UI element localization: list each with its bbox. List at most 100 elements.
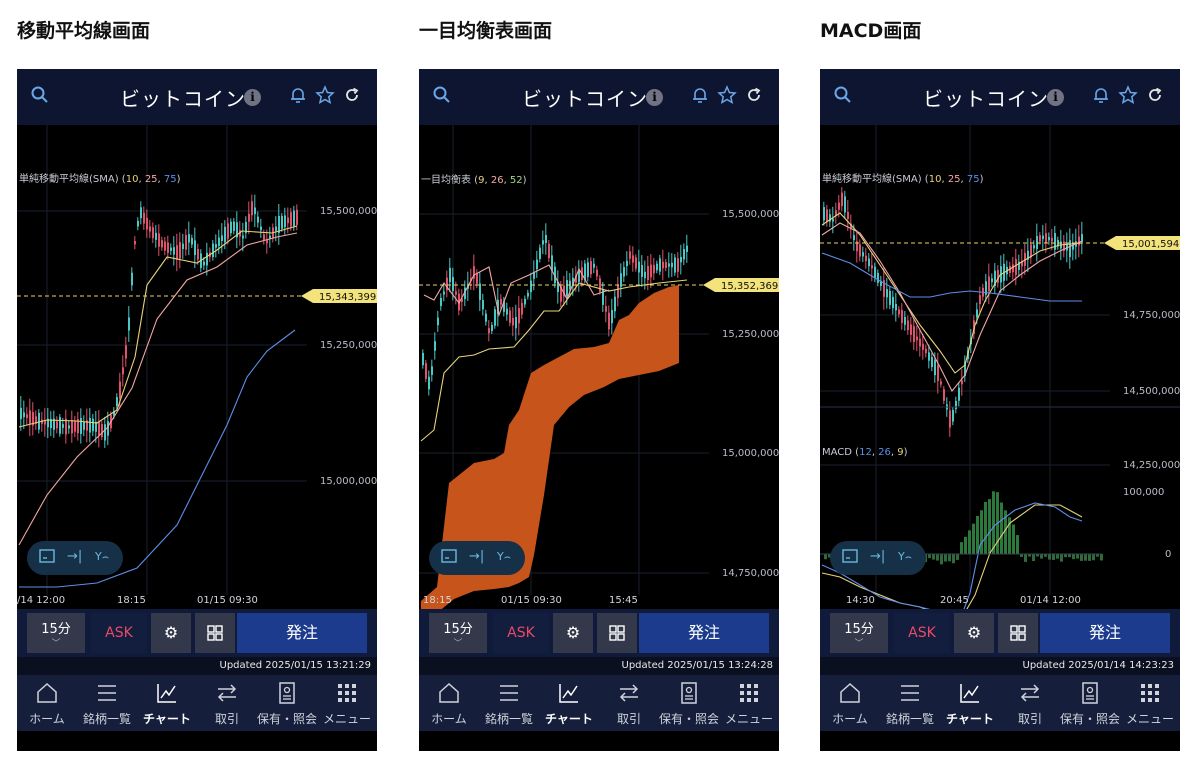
star-icon[interactable]	[717, 85, 737, 109]
nav-symbols[interactable]: 銘柄一覧	[479, 675, 539, 731]
candle	[518, 295, 520, 336]
candle	[883, 267, 885, 310]
candle-body	[680, 256, 682, 263]
candle	[1030, 238, 1032, 264]
candle-body	[620, 273, 622, 288]
indicator-param: 25	[145, 174, 158, 185]
ask-button[interactable]: ASK	[894, 613, 950, 653]
nav-chart[interactable]: チャート	[137, 675, 197, 731]
layout-grid-icon[interactable]	[195, 613, 235, 653]
nav-menu[interactable]: メニュー	[1120, 675, 1180, 731]
candle-body	[958, 387, 960, 401]
chart-tools: →| Y⌢	[27, 541, 123, 575]
info-icon[interactable]: i	[1047, 89, 1064, 106]
candle-body	[862, 252, 864, 257]
nav-home[interactable]: ホーム	[820, 675, 880, 731]
candle-body	[164, 241, 166, 251]
nav-menu[interactable]: メニュー	[317, 675, 377, 731]
nav-menu[interactable]: メニュー	[719, 675, 779, 731]
order-button[interactable]: 発注	[237, 613, 367, 653]
bell-icon[interactable]	[289, 86, 307, 108]
price-chart[interactable]: 15,352,369 15,500,000 15,250,000 15,000,000…	[419, 125, 779, 609]
nav-trade[interactable]: 取引	[197, 675, 257, 731]
candle	[29, 398, 31, 437]
candle	[98, 409, 100, 448]
gear-icon[interactable]: ⚙	[151, 613, 191, 653]
candle	[461, 289, 463, 312]
reload-icon[interactable]	[343, 86, 361, 108]
price-chart[interactable]: 15,343,399 15,500,000 15,250,000 15,000,000…	[17, 125, 377, 609]
layout-grid-icon[interactable]	[998, 613, 1038, 653]
y-scale-lock-icon[interactable]: Y⌢	[898, 549, 912, 565]
candle	[509, 307, 511, 327]
candle-body	[539, 247, 541, 259]
bell-icon[interactable]	[691, 86, 709, 108]
bell-icon[interactable]	[1092, 86, 1110, 108]
candle	[892, 290, 894, 315]
star-icon[interactable]	[315, 85, 335, 109]
macd-histogram-bar	[984, 501, 987, 554]
ask-button[interactable]: ASK	[493, 613, 549, 653]
indicator-line-2	[423, 264, 610, 317]
y-scale-lock-icon[interactable]: Y⌢	[95, 549, 109, 565]
nav-holdings[interactable]: 保有・照会	[659, 675, 719, 731]
layout-grid-icon[interactable]	[597, 613, 637, 653]
candle-body	[919, 338, 921, 347]
candle-body	[647, 265, 649, 281]
scroll-latest-icon[interactable]: →|	[67, 549, 82, 565]
candle-body	[907, 320, 909, 331]
macd-histogram-bar	[976, 515, 979, 554]
candle	[428, 370, 430, 396]
candle	[233, 217, 235, 235]
candle-body	[476, 273, 478, 284]
star-icon[interactable]	[1118, 85, 1138, 109]
interval-select[interactable]: 15分 ﹀	[429, 613, 487, 653]
candle	[859, 239, 861, 262]
nav-holdings[interactable]: 保有・照会	[1060, 675, 1120, 731]
candle-body	[125, 345, 127, 359]
updated-timestamp: Updated 2025/01/15 13:21:29	[17, 657, 377, 675]
candle	[683, 243, 685, 266]
y-scale-lock-icon[interactable]: Y⌢	[497, 549, 511, 565]
candle-body	[116, 397, 118, 406]
nav-holdings[interactable]: 保有・照会	[257, 675, 317, 731]
candle	[988, 263, 990, 305]
list-icon	[77, 681, 137, 705]
scroll-latest-icon[interactable]: →|	[870, 549, 885, 565]
nav-symbols[interactable]: 銘柄一覧	[880, 675, 940, 731]
candle	[20, 396, 22, 431]
scroll-latest-icon[interactable]: →|	[469, 549, 484, 565]
nav-home[interactable]: ホーム	[17, 675, 77, 731]
fullscreen-icon[interactable]	[441, 549, 457, 568]
gear-icon[interactable]: ⚙	[553, 613, 593, 653]
candle	[155, 225, 157, 248]
order-button[interactable]: 発注	[639, 613, 769, 653]
candle	[626, 251, 628, 276]
nav-chart[interactable]: チャート	[940, 675, 1000, 731]
interval-select[interactable]: 15分 ﹀	[27, 613, 85, 653]
gear-icon[interactable]: ⚙	[954, 613, 994, 653]
nav-chart[interactable]: チャート	[539, 675, 599, 731]
order-button[interactable]: 発注	[1040, 613, 1170, 653]
candle-body	[605, 306, 607, 312]
candle	[542, 230, 544, 255]
interval-value: 15分	[41, 622, 71, 637]
nav-symbols[interactable]: 銘柄一覧	[77, 675, 137, 731]
interval-select[interactable]: 15分 ﹀	[830, 613, 888, 653]
info-icon[interactable]: i	[646, 89, 663, 106]
candle	[158, 224, 160, 256]
info-icon[interactable]: i	[244, 89, 261, 106]
candle	[38, 408, 40, 434]
fullscreen-icon[interactable]	[842, 549, 858, 568]
reload-icon[interactable]	[1146, 86, 1164, 108]
nav-trade[interactable]: 取引	[1000, 675, 1060, 731]
ask-button[interactable]: ASK	[91, 613, 147, 653]
nav-trade[interactable]: 取引	[599, 675, 659, 731]
candle-body	[614, 296, 616, 312]
candle-body	[149, 226, 151, 232]
nav-home[interactable]: ホーム	[419, 675, 479, 731]
reload-icon[interactable]	[745, 86, 763, 108]
price-chart[interactable]: 15,001,594 14,750,000 14,500,000 14,250,000…	[820, 125, 1180, 609]
fullscreen-icon[interactable]	[39, 549, 55, 568]
candle	[964, 355, 966, 382]
